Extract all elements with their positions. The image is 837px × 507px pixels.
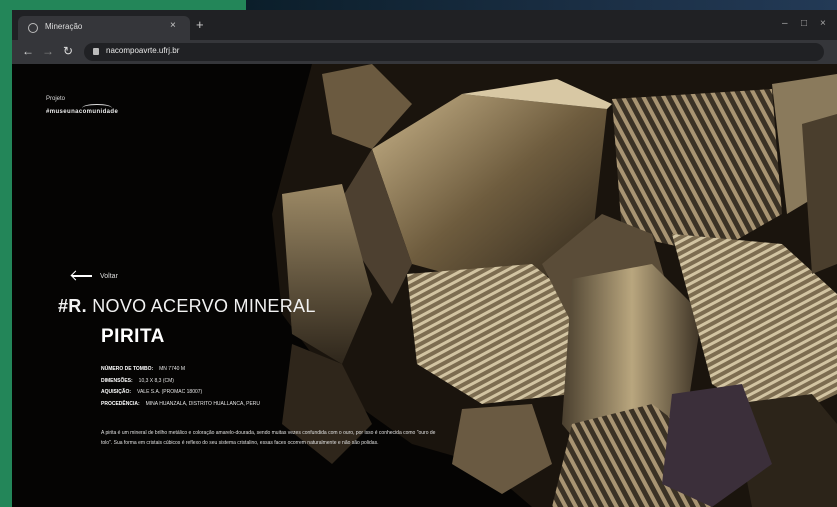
minimize-icon[interactable]: – — [782, 18, 788, 29]
address-bar[interactable]: nacompoavrte.ufrj.br — [84, 43, 824, 61]
title-text: NOVO ACERVO MINERAL — [92, 296, 316, 316]
globe-icon — [28, 23, 38, 33]
title-code: #R. — [58, 296, 87, 316]
tab-bar: Mineração × + – □ × — [12, 10, 837, 40]
url-text: nacompoavrte.ufrj.br — [106, 46, 180, 55]
logo-arc-icon — [82, 104, 112, 112]
spec-row: NÚMERO DE TOMBO: MN 7740 M — [101, 364, 260, 376]
page-title: #R. NOVO ACERVO MINERAL — [58, 296, 316, 317]
page-viewport: Projeto #museunacomunidade Voltar #R. NO… — [12, 64, 837, 507]
browser-tab[interactable]: Mineração × — [18, 16, 190, 40]
forward-button[interactable]: → — [42, 45, 54, 58]
spec-key: DIMENSÕES: — [101, 377, 133, 384]
spec-row: DIMENSÕES: 10,3 X 8,3 (CM) — [101, 376, 260, 388]
close-window-icon[interactable]: × — [820, 18, 826, 29]
close-tab-icon[interactable]: × — [170, 20, 176, 31]
new-tab-button[interactable]: + — [196, 18, 204, 31]
spec-value: MN 7740 M — [159, 366, 185, 372]
back-link[interactable]: Voltar — [70, 271, 118, 281]
reload-button[interactable]: ↻ — [63, 45, 73, 58]
spec-value: MINA HUANZALA, DISTRITO HUALLANCA, PERU — [145, 400, 260, 407]
desktop-wallpaper-strip — [246, 0, 837, 10]
spec-row: AQUISIÇÃO: VALE S.A. (PROMAC 18007) — [101, 387, 260, 399]
spec-key: AQUISIÇÃO: — [101, 389, 131, 395]
back-label: Voltar — [100, 272, 118, 280]
spec-row: PROCEDÊNCIA: MINA HUANZALA, DISTRITO HUAL… — [101, 399, 260, 411]
back-button[interactable]: ← — [22, 45, 34, 58]
spec-key: PROCEDÊNCIA: — [101, 400, 140, 407]
browser-toolbar: ← → ↻ nacompoavrte.ufrj.br — [12, 40, 837, 64]
site-logo[interactable]: Projeto #museunacomunidade — [46, 96, 118, 115]
specs-list: NÚMERO DE TOMBO: MN 7740 M DIMENSÕES: 10,3… — [101, 364, 260, 410]
browser-window: Mineração × + – □ × ← → ↻ nacompoavrte.u… — [12, 10, 837, 507]
mineral-description: A pirita é um mineral de brilho metálico… — [101, 430, 436, 446]
spec-value: 10,3 X 8,3 (CM) — [138, 377, 174, 384]
arrow-left-icon — [70, 271, 92, 281]
spec-key: NÚMERO DE TOMBO: — [101, 366, 154, 372]
maximize-icon[interactable]: □ — [801, 18, 807, 29]
tab-title: Mineração — [45, 22, 83, 31]
lock-icon — [93, 48, 99, 55]
spec-value: VALE S.A. (PROMAC 18007) — [137, 389, 203, 395]
mineral-name: PIRITA — [101, 326, 165, 347]
logo-top-text: Projeto — [46, 96, 66, 102]
